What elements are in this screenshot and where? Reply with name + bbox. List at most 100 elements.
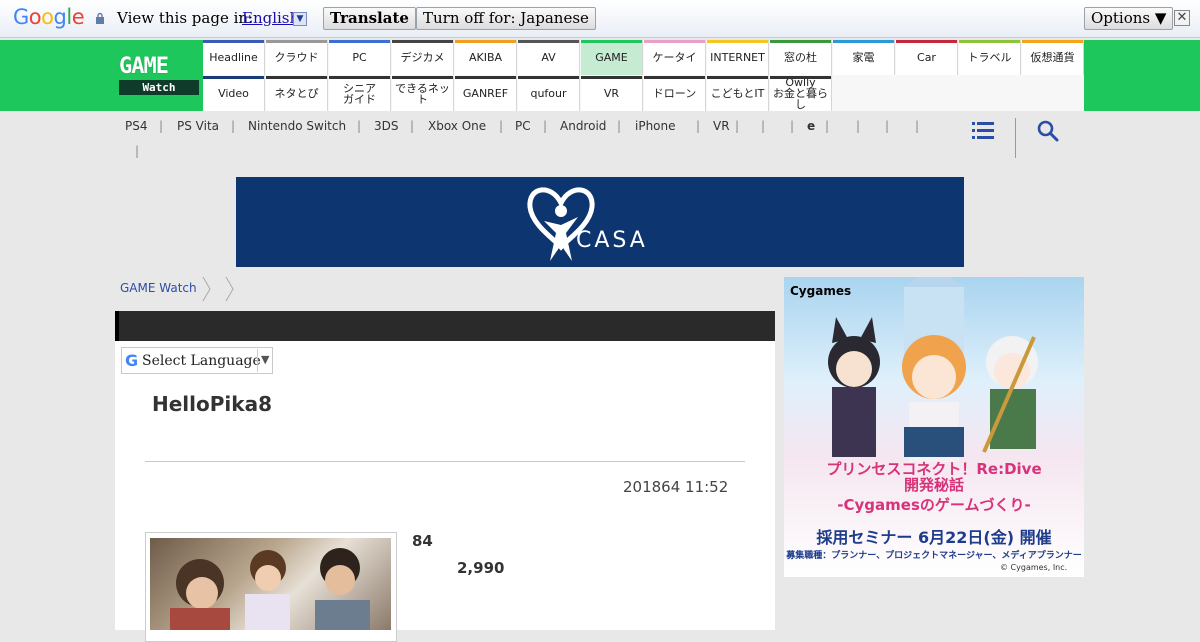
translate-button[interactable]: Translate	[323, 7, 416, 30]
article-header-bar	[115, 311, 775, 341]
nav-top-item[interactable]: 仮想通貨	[1022, 40, 1084, 75]
ad-job-types: 募集職種：プランナー、プロジェクトマネージャー、メディアプランナー	[786, 551, 1082, 561]
ad-copyright: © Cygames, Inc.	[1000, 563, 1068, 572]
nav-bottom-item[interactable]: VR	[581, 76, 643, 111]
nav-top-item[interactable]: トラベル	[959, 40, 1021, 75]
subnav-link[interactable]: e	[807, 119, 815, 133]
logo-top-text: GAME	[119, 54, 169, 79]
subnav-separator: |	[357, 119, 362, 133]
google-logo: Google	[13, 5, 85, 29]
nav-label: GANREF	[462, 87, 509, 100]
subnav-link[interactable]: Xbox One	[428, 119, 486, 133]
nav-bottom-item[interactable]: できるネット	[392, 76, 454, 111]
search-icon[interactable]	[1037, 120, 1059, 142]
subnav-link[interactable]: PS4	[125, 119, 148, 133]
nav-container: GAME Watch Headline クラウド PC デジカメ AKIBA AV GAME…	[115, 40, 1084, 111]
nav-color-bar	[707, 76, 768, 79]
view-page-in-label: View this page in:	[117, 9, 254, 27]
nav-color-bar	[1022, 40, 1083, 43]
nav-bottom-item[interactable]: シニア ガイド	[329, 76, 391, 111]
nav-label: こどもとIT	[710, 87, 765, 100]
breadcrumb-chevron-icon	[202, 276, 211, 302]
language-link[interactable]: English	[242, 9, 299, 27]
nav-color-bar	[329, 40, 390, 43]
item-count: 84	[412, 532, 433, 550]
nav-label: 家電	[852, 51, 875, 64]
nav-color-bar	[644, 40, 705, 43]
nav-color-bar	[266, 76, 327, 79]
nav-color-bar	[581, 76, 642, 79]
subnav-separator: |	[885, 119, 890, 133]
nav-top-item[interactable]: クラウド	[266, 40, 328, 75]
nav-bottom-item[interactable]: ネタとぴ	[266, 76, 328, 111]
turn-off-button[interactable]: Turn off for: Japanese	[416, 7, 596, 30]
dropdown-divider	[257, 349, 258, 372]
nav-bottom-item[interactable]: ドローン	[644, 76, 706, 111]
options-button[interactable]: Options ▼	[1084, 7, 1174, 30]
nav-label: Headline	[209, 51, 258, 64]
nav-top-item[interactable]: 窓の杜	[770, 40, 832, 75]
nav-bottom-item[interactable]: qufour	[518, 76, 580, 111]
nav-label: ケータイ	[652, 51, 697, 64]
nav-label: ネタとぴ	[274, 87, 319, 100]
family-photo-illustration	[170, 548, 370, 634]
nav-top-item[interactable]: GAME	[581, 40, 643, 75]
close-icon[interactable]: ✕	[1174, 10, 1190, 26]
nav-color-bar	[203, 76, 264, 79]
header-divider	[1015, 118, 1016, 158]
subnav-link[interactable]: Nintendo Switch	[248, 119, 346, 133]
casa-brand-text: CASA	[576, 228, 648, 253]
subnav-link[interactable]: Android	[560, 119, 606, 133]
nav-label: VR	[603, 87, 620, 100]
nav-top-item[interactable]: デジカメ	[392, 40, 454, 75]
subnav-link[interactable]: VR	[713, 119, 730, 133]
subnav-separator: |	[790, 119, 795, 133]
article-title: HelloPika8	[152, 392, 272, 416]
game-watch-logo[interactable]: GAME Watch	[115, 40, 203, 111]
nav-label: PC	[352, 51, 367, 64]
ad-seminar-date: 採用セミナー 6月22日(金) 開催	[816, 528, 1052, 547]
nav-top-item[interactable]: PC	[329, 40, 391, 75]
nav-bottom-item[interactable]: こどもとIT	[707, 76, 769, 111]
nav-label: INTERNET	[710, 51, 765, 64]
select-language-dropdown[interactable]: G Select Language ▼	[121, 347, 273, 374]
subnav-separator: |	[915, 119, 920, 133]
subnav-separator: |	[696, 119, 701, 133]
select-language-label: Select Language	[142, 353, 261, 369]
nav-color-bar	[329, 76, 390, 79]
nav-bottom-item[interactable]: Owlly お金と暮らし	[770, 76, 832, 111]
google-g-icon: G	[125, 351, 139, 370]
nav-top-item[interactable]: ケータイ	[644, 40, 706, 75]
subnav-separator: |	[735, 119, 740, 133]
nav-bottom-item[interactable]: Video	[203, 76, 265, 111]
menu-icon[interactable]	[972, 122, 994, 139]
nav-label: AKIBA	[468, 51, 503, 64]
article-date: 201864 11:52	[623, 478, 729, 496]
nav-top-item[interactable]: AKIBA	[455, 40, 517, 75]
nav-color-bar	[770, 76, 831, 79]
subnav-link[interactable]: iPhone	[635, 119, 676, 133]
nav-top-item[interactable]: Car	[896, 40, 958, 75]
nav-top-item[interactable]: AV	[518, 40, 580, 75]
nav-color-bar	[455, 40, 516, 43]
nav-top-item[interactable]: 家電	[833, 40, 895, 75]
divider	[145, 461, 745, 462]
casa-banner-ad[interactable]	[236, 177, 964, 267]
nav-color-bar	[266, 40, 327, 43]
dropdown-arrow-icon: ▼	[261, 353, 270, 366]
nav-top-item[interactable]: INTERNET	[707, 40, 769, 75]
subnav-separator: |	[499, 119, 504, 133]
subnav-link[interactable]: 3DS	[374, 119, 399, 133]
family-photo-image[interactable]	[150, 538, 391, 634]
subnav-link[interactable]: PC	[515, 119, 531, 133]
nav-top-item[interactable]: Headline	[203, 40, 265, 75]
site-header: GAME Watch Headline クラウド PC デジカメ AKIBA AV GAME…	[0, 40, 1200, 111]
nav-color-bar	[203, 40, 264, 43]
subnav-separator: |	[543, 119, 548, 133]
language-dropdown-icon[interactable]: ▼	[293, 12, 307, 26]
nav-bottom-item[interactable]: GANREF	[455, 76, 517, 111]
ad-tagline: -Cygamesのゲームづくり-	[837, 496, 1031, 514]
subnav-separator: |	[856, 119, 861, 133]
breadcrumb-home[interactable]: GAME Watch	[120, 281, 197, 295]
subnav-link[interactable]: PS Vita	[177, 119, 219, 133]
